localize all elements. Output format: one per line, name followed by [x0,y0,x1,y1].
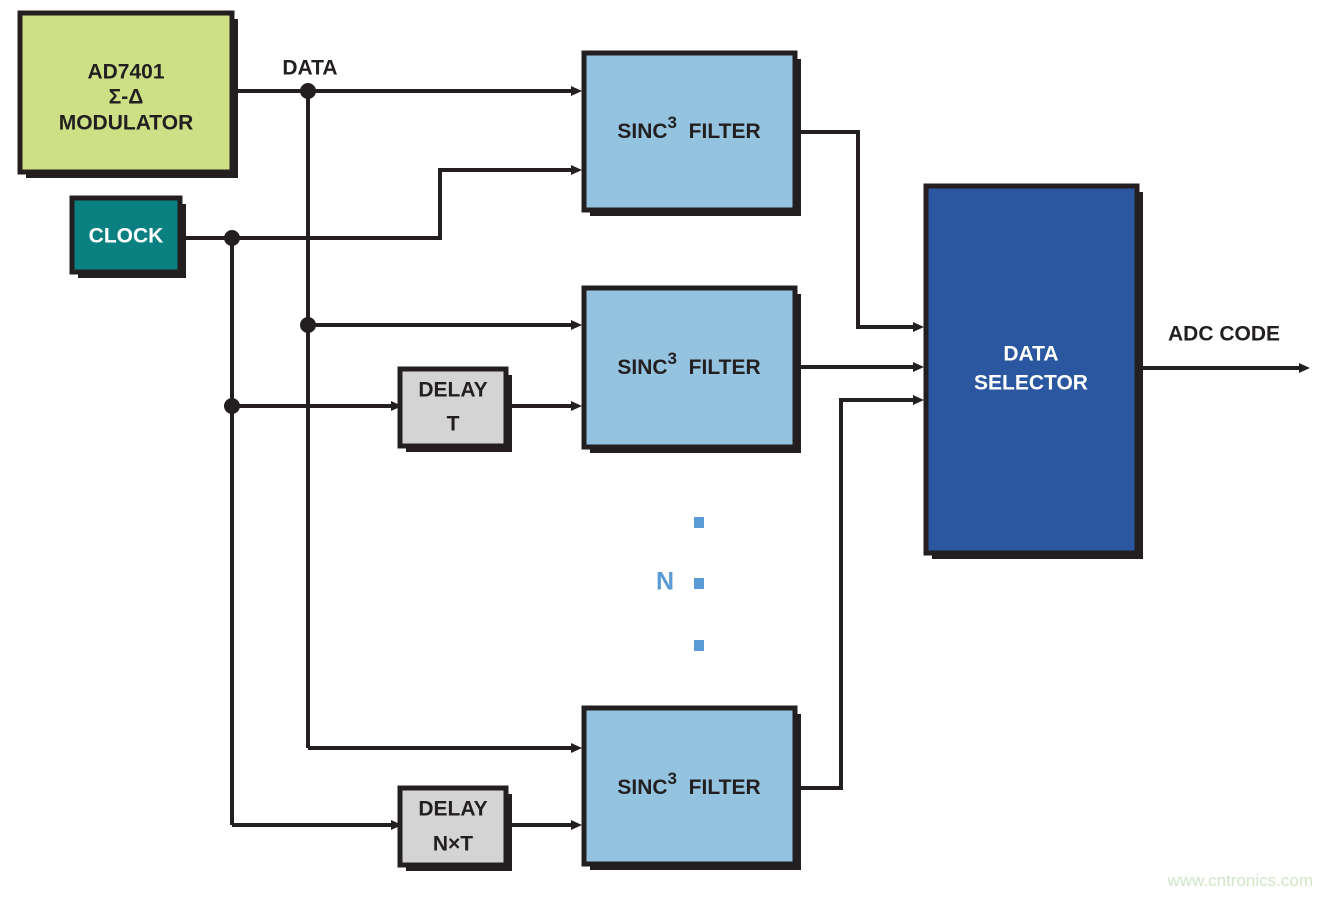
delay2-label-line2: N×T [433,833,473,856]
label-adc-code: ADC CODE [1168,323,1280,346]
ellipsis-dot-1 [694,517,704,528]
filter1-label-main: SINC [617,120,667,143]
filter2-label-main: SINC [617,356,667,379]
filter2-label-sup: 3 [668,349,677,368]
ellipsis-dot-2 [694,578,704,589]
filter1-label-tail: FILTER [677,120,761,143]
filter2-label-tail: FILTER [677,356,761,379]
block-filter-3[interactable]: SINC3 FILTER [581,705,801,870]
filter3-label-sup: 3 [668,769,677,788]
diagram-canvas: AD7401 Σ-Δ MODULATOR CLOCK SINC3 FILTER … [17,10,1313,890]
delay2-label-line1: DELAY [418,798,487,821]
wire-filter3-to-selector [795,395,924,790]
block-data-selector[interactable]: DATA SELECTOR [923,183,1143,559]
selector-label-line2: SELECTOR [974,372,1088,395]
block-modulator[interactable]: AD7401 Σ-Δ MODULATOR [17,10,238,178]
modulator-label-line3: MODULATOR [59,112,194,135]
block-clock[interactable]: CLOCK [69,195,186,278]
ellipsis-dot-3 [694,640,704,651]
modulator-label-line2: Σ-Δ [109,86,144,109]
modulator-label-line1: AD7401 [87,61,164,84]
junction-clock-tap-mid [224,398,240,414]
label-data: DATA [282,57,337,80]
watermark-text: www.cntronics.com [1167,871,1313,890]
junction-data-tap-top [300,83,316,99]
delay1-label-line1: DELAY [418,379,487,402]
ellipsis-group: N [656,517,704,651]
block-filter-1[interactable]: SINC3 FILTER [581,50,801,216]
wire-clock-to-filter1 [180,165,582,240]
filter1-label-sup: 3 [668,113,677,132]
junction-clock-tap-top [224,230,240,246]
filter3-label-main: SINC [617,776,667,799]
block-filter-2[interactable]: SINC3 FILTER [581,285,801,453]
ellipsis-count-label: N [656,568,674,596]
selector-box[interactable] [923,183,1140,556]
block-delay-2[interactable]: DELAY N×T [397,785,512,871]
delay1-label-line2: T [447,413,460,436]
junction-data-tap-mid [300,317,316,333]
block-delay-1[interactable]: DELAY T [397,366,512,452]
wire-filter1-to-selector [795,130,924,332]
block-diagram: AD7401 Σ-Δ MODULATOR CLOCK SINC3 FILTER … [0,0,1327,898]
selector-label-line1: DATA [1003,343,1058,366]
clock-label: CLOCK [89,225,164,248]
filter3-label-tail: FILTER [677,776,761,799]
